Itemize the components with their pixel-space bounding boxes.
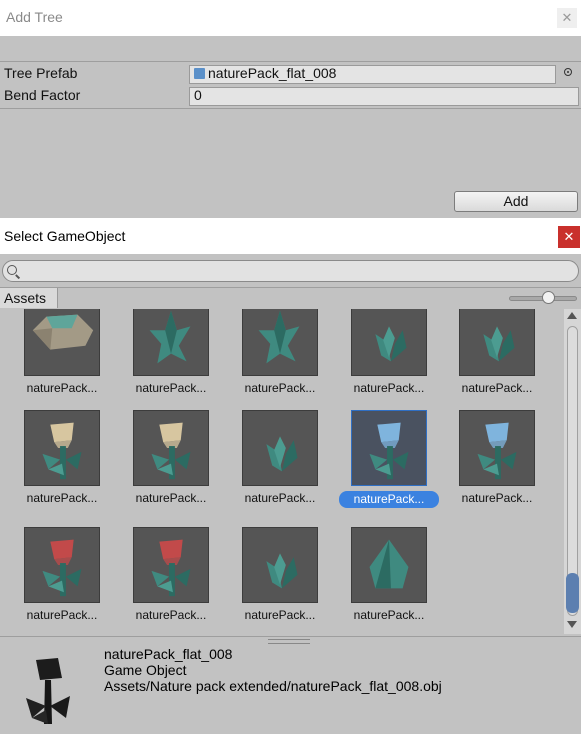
- flower-mesh-icon: [151, 539, 191, 597]
- icon-size-slider-thumb[interactable]: [542, 291, 555, 304]
- preview-type: Game Object: [104, 662, 187, 678]
- scroll-up-arrow-icon[interactable]: [567, 312, 577, 319]
- asset-label[interactable]: naturePack...: [121, 608, 221, 622]
- asset-label[interactable]: naturePack...: [121, 381, 221, 395]
- asset-thumbnail[interactable]: [459, 410, 535, 486]
- resize-grip-icon[interactable]: [268, 639, 310, 644]
- object-picker-icon[interactable]: [564, 68, 572, 76]
- flower-mesh-icon: [151, 422, 191, 480]
- grass-mesh-icon: [149, 310, 191, 364]
- asset-label[interactable]: naturePack...: [12, 491, 112, 505]
- plant-mesh-icon: [266, 436, 298, 472]
- search-icon: [7, 265, 17, 275]
- scroll-down-arrow-icon[interactable]: [567, 621, 577, 628]
- rock-mesh-icon: [32, 314, 94, 350]
- select-gameobject-title: Select GameObject: [4, 228, 126, 244]
- asset-label[interactable]: naturePack...: [230, 608, 330, 622]
- asset-label[interactable]: naturePack...: [12, 608, 112, 622]
- asset-thumbnail[interactable]: [459, 309, 535, 376]
- add-tree-titlebar: [0, 0, 581, 36]
- preview-flower-icon: [26, 658, 70, 724]
- add-button[interactable]: Add: [454, 191, 578, 212]
- bend-factor-label: Bend Factor: [4, 87, 81, 103]
- tree-prefab-field[interactable]: naturePack_flat_008: [189, 65, 556, 84]
- asset-thumbnail[interactable]: [242, 309, 318, 376]
- flower-mesh-icon: [477, 422, 517, 480]
- asset-thumbnail[interactable]: [133, 527, 209, 603]
- flower-mesh-icon: [369, 422, 409, 480]
- asset-grid: naturePack... naturePack... naturePack... n…: [0, 309, 563, 634]
- asset-label[interactable]: naturePack...: [230, 381, 330, 395]
- grass-mesh-icon: [258, 310, 300, 364]
- divider: [0, 287, 581, 288]
- preview-name: naturePack_flat_008: [104, 646, 233, 662]
- add-tree-close-button[interactable]: ✕: [557, 8, 577, 28]
- asset-thumbnail[interactable]: [242, 527, 318, 603]
- tab-assets[interactable]: Assets: [0, 288, 58, 308]
- asset-label[interactable]: naturePack...: [230, 491, 330, 505]
- bush-mesh-icon: [369, 539, 409, 589]
- plant-mesh-icon: [266, 553, 298, 589]
- asset-thumbnail[interactable]: [351, 309, 427, 376]
- asset-thumbnail[interactable]: [242, 410, 318, 486]
- add-tree-title: Add Tree: [6, 9, 63, 25]
- asset-label[interactable]: naturePack...: [121, 491, 221, 505]
- divider: [0, 108, 581, 109]
- plant-mesh-icon: [483, 326, 515, 362]
- asset-thumbnail[interactable]: [24, 527, 100, 603]
- preview-path: Assets/Nature pack extended/naturePack_f…: [104, 678, 442, 694]
- tree-prefab-value: naturePack_flat_008: [208, 65, 337, 81]
- asset-thumbnail[interactable]: [24, 309, 100, 376]
- divider: [0, 61, 581, 62]
- plant-mesh-icon: [375, 326, 407, 362]
- bend-factor-field[interactable]: 0: [189, 87, 579, 106]
- asset-thumbnail[interactable]: [351, 527, 427, 603]
- asset-thumbnail[interactable]: [24, 410, 100, 486]
- flower-mesh-icon: [42, 539, 82, 597]
- select-gameobject-close-button[interactable]: ✕: [558, 226, 580, 248]
- flower-mesh-icon: [42, 422, 82, 480]
- asset-label[interactable]: naturePack...: [447, 381, 547, 395]
- asset-label[interactable]: naturePack...: [447, 491, 547, 505]
- asset-thumbnail[interactable]: [351, 410, 427, 486]
- tree-prefab-label: Tree Prefab: [4, 65, 78, 81]
- add-tree-body: [0, 36, 581, 214]
- asset-thumbnail[interactable]: [133, 309, 209, 376]
- asset-label[interactable]: naturePack...: [12, 381, 112, 395]
- asset-thumbnail[interactable]: [133, 410, 209, 486]
- asset-label[interactable]: naturePack...: [339, 381, 439, 395]
- search-input[interactable]: [2, 260, 579, 282]
- prefab-icon: [194, 68, 205, 79]
- asset-label[interactable]: naturePack...: [339, 491, 439, 508]
- asset-label[interactable]: naturePack...: [339, 608, 439, 622]
- scroll-thumb[interactable]: [566, 573, 579, 613]
